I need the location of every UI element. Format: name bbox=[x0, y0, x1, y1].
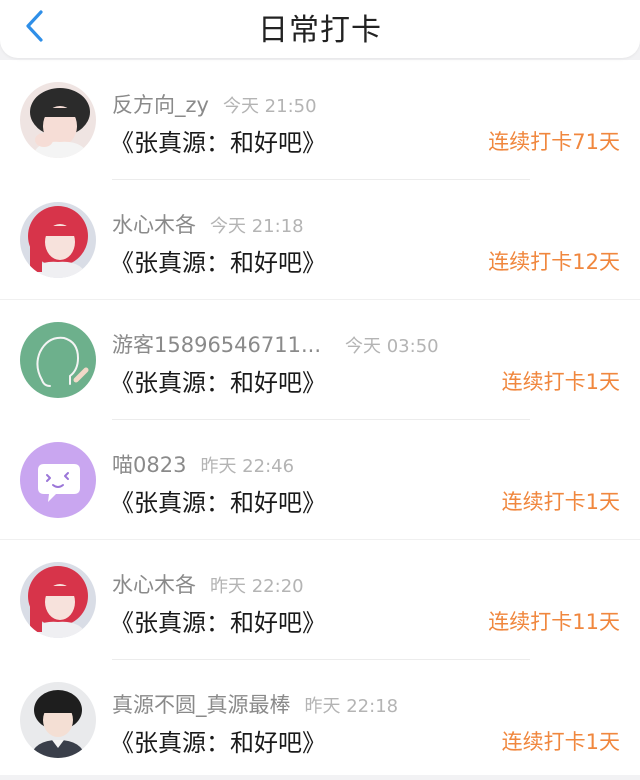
list-item[interactable]: 水心木各 昨天 22:20 《张真源：和好吧》 连续打卡11天 bbox=[0, 540, 640, 660]
page-title: 日常打卡 bbox=[258, 13, 382, 48]
checkin-time: 今天 21:50 bbox=[222, 96, 317, 117]
list-item[interactable]: 游客15896546711... 今天 03:50 《张真源：和好吧》 连续打卡1… bbox=[0, 300, 640, 420]
streak-count: 连续打卡1天 bbox=[501, 730, 620, 754]
checkin-time: 昨天 22:20 bbox=[210, 576, 304, 597]
song-title: 《张真源：和好吧》 bbox=[110, 609, 326, 637]
checkin-time: 昨天 22:18 bbox=[304, 696, 399, 717]
checkin-list: 反方向_zy 今天 21:50 《张真源：和好吧》 连续打卡71天 水心木各 今天 … bbox=[0, 60, 640, 775]
streak-count: 连续打卡12天 bbox=[488, 250, 620, 274]
list-item[interactable]: 水心木各 今天 21:18 《张真源：和好吧》 连续打卡12天 bbox=[0, 180, 640, 300]
streak-count: 连续打卡71天 bbox=[488, 130, 620, 154]
song-title: 《张真源：和好吧》 bbox=[110, 489, 326, 517]
avatar[interactable] bbox=[20, 562, 96, 638]
user-name[interactable]: 喵0823 bbox=[112, 453, 186, 477]
streak-count: 连续打卡11天 bbox=[488, 610, 620, 634]
checkin-time: 昨天 22:46 bbox=[200, 456, 295, 477]
list-item[interactable]: 真源不圆_真源最棒 昨天 22:18 《张真源：和好吧》 连续打卡1天 bbox=[0, 660, 640, 780]
song-title: 《张真源：和好吧》 bbox=[110, 129, 326, 157]
song-title: 《张真源：和好吧》 bbox=[110, 249, 326, 277]
checkin-time: 今天 03:50 bbox=[345, 336, 439, 357]
avatar[interactable] bbox=[20, 322, 96, 398]
song-title: 《张真源：和好吧》 bbox=[110, 369, 326, 397]
checkin-time: 今天 21:18 bbox=[210, 216, 304, 237]
user-name[interactable]: 真源不圆_真源最棒 bbox=[112, 693, 291, 717]
user-name[interactable]: 反方向_zy bbox=[112, 93, 209, 117]
avatar[interactable] bbox=[20, 82, 96, 158]
streak-count: 连续打卡1天 bbox=[501, 490, 620, 514]
song-title: 《张真源：和好吧》 bbox=[110, 729, 326, 757]
avatar[interactable] bbox=[20, 202, 96, 278]
user-name[interactable]: 游客15896546711... bbox=[112, 333, 321, 357]
list-item[interactable]: 反方向_zy 今天 21:50 《张真源：和好吧》 连续打卡71天 bbox=[0, 60, 640, 180]
user-name[interactable]: 水心木各 bbox=[112, 213, 196, 237]
top-bar: 日常打卡 bbox=[0, 0, 640, 58]
user-name[interactable]: 水心木各 bbox=[112, 573, 196, 597]
streak-count: 连续打卡1天 bbox=[501, 370, 620, 394]
avatar[interactable] bbox=[20, 682, 96, 758]
avatar[interactable] bbox=[20, 442, 96, 518]
list-item[interactable]: 喵0823 昨天 22:46 《张真源：和好吧》 连续打卡1天 bbox=[0, 420, 640, 540]
